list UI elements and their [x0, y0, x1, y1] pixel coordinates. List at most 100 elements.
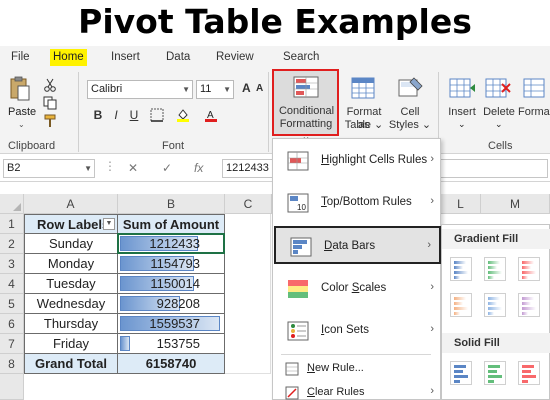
data-bar-swatch[interactable]	[450, 361, 472, 385]
pivot-sum-header[interactable]: Sum of Amount	[118, 214, 225, 234]
name-box[interactable]: B2 ▼	[3, 159, 95, 178]
copy-icon[interactable]	[43, 96, 57, 110]
pivot-value-cell[interactable]: 153755	[118, 334, 225, 354]
cut-icon[interactable]	[43, 78, 57, 92]
borders-icon[interactable]	[150, 108, 164, 122]
select-all-corner[interactable]	[0, 194, 24, 214]
grand-total-value[interactable]: 6158740	[118, 354, 225, 374]
chevron-down-icon[interactable]: ⌄	[458, 119, 466, 130]
pivot-row-label[interactable]: Thursday	[24, 314, 118, 334]
menu-label: Clear Rules	[307, 386, 365, 398]
column-header-c[interactable]: C	[225, 194, 272, 214]
insert-function-button[interactable]: fx	[194, 161, 203, 175]
tab-review[interactable]: Review	[216, 49, 254, 66]
font-name-dropdown[interactable]: Calibri ▼	[87, 80, 193, 99]
data-bar-swatch[interactable]	[518, 293, 540, 317]
chevron-right-icon: ›	[430, 153, 434, 165]
row-header[interactable]: 8	[0, 354, 24, 374]
tab-home[interactable]: Home	[50, 49, 87, 66]
pivot-value-cell[interactable]: 1150014	[118, 274, 225, 294]
format-painter-icon[interactable]	[43, 114, 57, 128]
column-header-m[interactable]: M	[481, 194, 550, 214]
page-title: Pivot Table Examples	[78, 2, 472, 41]
underline-button[interactable]: U	[128, 108, 140, 122]
insert-cells-button[interactable]: Insert	[446, 106, 478, 119]
pivot-value-cell[interactable]: 1212433	[118, 234, 225, 254]
pivot-value-cell[interactable]: 928208	[118, 294, 225, 314]
tab-insert[interactable]: Insert	[111, 49, 140, 66]
format-cells-icon[interactable]	[522, 76, 550, 100]
delete-cells-button[interactable]: Delete	[482, 106, 516, 119]
paste-button[interactable]: Paste	[8, 106, 36, 118]
shrink-font-button[interactable]: A	[256, 83, 263, 94]
pivot-row-label[interactable]: Friday	[24, 334, 118, 354]
color-scales-icon	[287, 279, 309, 299]
paste-icon[interactable]	[9, 76, 31, 102]
data-bar-swatch[interactable]	[484, 293, 506, 317]
column-header-b[interactable]: B	[118, 194, 225, 214]
format-as-table-icon[interactable]	[349, 76, 377, 100]
conditional-formatting-button[interactable]: Conditional Formatting ⌄	[272, 69, 339, 143]
cell-styles-label[interactable]: Styles ⌄	[386, 119, 434, 132]
font-color-icon[interactable]: A	[204, 108, 218, 122]
row-header[interactable]: 2	[0, 234, 24, 254]
chevron-right-icon: ›	[427, 239, 431, 251]
pivot-row-labels-header[interactable]: Row Labels ▼	[24, 214, 118, 234]
insert-cells-icon[interactable]	[448, 76, 476, 100]
pivot-value-text: 153755	[156, 336, 200, 351]
column-c-cells[interactable]	[225, 214, 271, 374]
menu-icon-sets[interactable]: Icon Sets ›	[273, 312, 442, 350]
fill-color-icon[interactable]	[176, 108, 190, 122]
row-header[interactable]: 5	[0, 294, 24, 314]
row-header[interactable]	[0, 374, 24, 400]
row-header[interactable]: 6	[0, 314, 24, 334]
menu-clear-rules[interactable]: Clear Rules ›	[273, 381, 442, 400]
menu-color-scales[interactable]: Color Scales ›	[273, 270, 442, 308]
format-as-table-label[interactable]: Table ⌄	[340, 119, 388, 132]
swatch-bar	[454, 370, 463, 373]
pivot-value-cell[interactable]: 1559537	[118, 314, 225, 334]
data-bar-swatch[interactable]	[518, 257, 540, 281]
italic-button[interactable]: I	[110, 108, 122, 122]
data-bar-swatch[interactable]	[450, 293, 472, 317]
row-header[interactable]: 1	[0, 214, 24, 234]
row-header[interactable]: 4	[0, 274, 24, 294]
chevron-down-icon[interactable]: ⌄	[495, 119, 503, 130]
swatch-bar	[488, 370, 497, 373]
data-bar-swatch[interactable]	[450, 257, 472, 281]
data-bar-swatch[interactable]	[518, 361, 540, 385]
cell-styles-icon[interactable]	[396, 76, 424, 100]
filter-dropdown-icon[interactable]: ▼	[103, 218, 115, 230]
font-size-dropdown[interactable]: 11 ▼	[196, 80, 234, 99]
column-header-a[interactable]: A	[24, 194, 118, 214]
grand-total-label[interactable]: Grand Total	[24, 354, 118, 374]
pivot-row-label[interactable]: Monday	[24, 254, 118, 274]
swatch-bar	[454, 380, 460, 383]
bold-button[interactable]: B	[92, 108, 104, 122]
enter-icon[interactable]: ✓	[162, 161, 172, 175]
format-cells-button[interactable]: Format	[518, 106, 550, 119]
pivot-value-cell[interactable]: 1154793	[118, 254, 225, 274]
cell-styles-label[interactable]: Cell	[388, 106, 432, 119]
pivot-row-label[interactable]: Wednesday	[24, 294, 118, 314]
pivot-row-label[interactable]: Sunday	[24, 234, 118, 254]
delete-cells-icon[interactable]	[484, 76, 512, 100]
data-bar-swatch[interactable]	[484, 257, 506, 281]
menu-data-bars[interactable]: Data Bars ›	[274, 226, 441, 264]
menu-top-bottom-rules[interactable]: 10 Top/Bottom Rules ›	[273, 184, 442, 222]
cancel-icon[interactable]: ✕	[128, 161, 138, 175]
paste-dropdown-icon[interactable]: ⌄	[18, 120, 25, 129]
data-bar-swatch[interactable]	[484, 361, 506, 385]
menu-new-rule[interactable]: New Rule...	[273, 357, 442, 381]
pivot-row-label[interactable]: Tuesday	[24, 274, 118, 294]
row-header[interactable]: 7	[0, 334, 24, 354]
column-header-l[interactable]: L	[441, 194, 481, 214]
tab-file[interactable]: File	[11, 49, 30, 66]
tab-data[interactable]: Data	[166, 49, 190, 66]
grow-font-button[interactable]: A	[242, 81, 251, 95]
ribbon-divider	[268, 72, 269, 152]
swatch-bar	[454, 266, 463, 269]
row-header[interactable]: 3	[0, 254, 24, 274]
tab-search[interactable]: Search	[283, 49, 319, 66]
menu-highlight-cells-rules[interactable]: Highlight Cells Rules ›	[273, 142, 442, 180]
